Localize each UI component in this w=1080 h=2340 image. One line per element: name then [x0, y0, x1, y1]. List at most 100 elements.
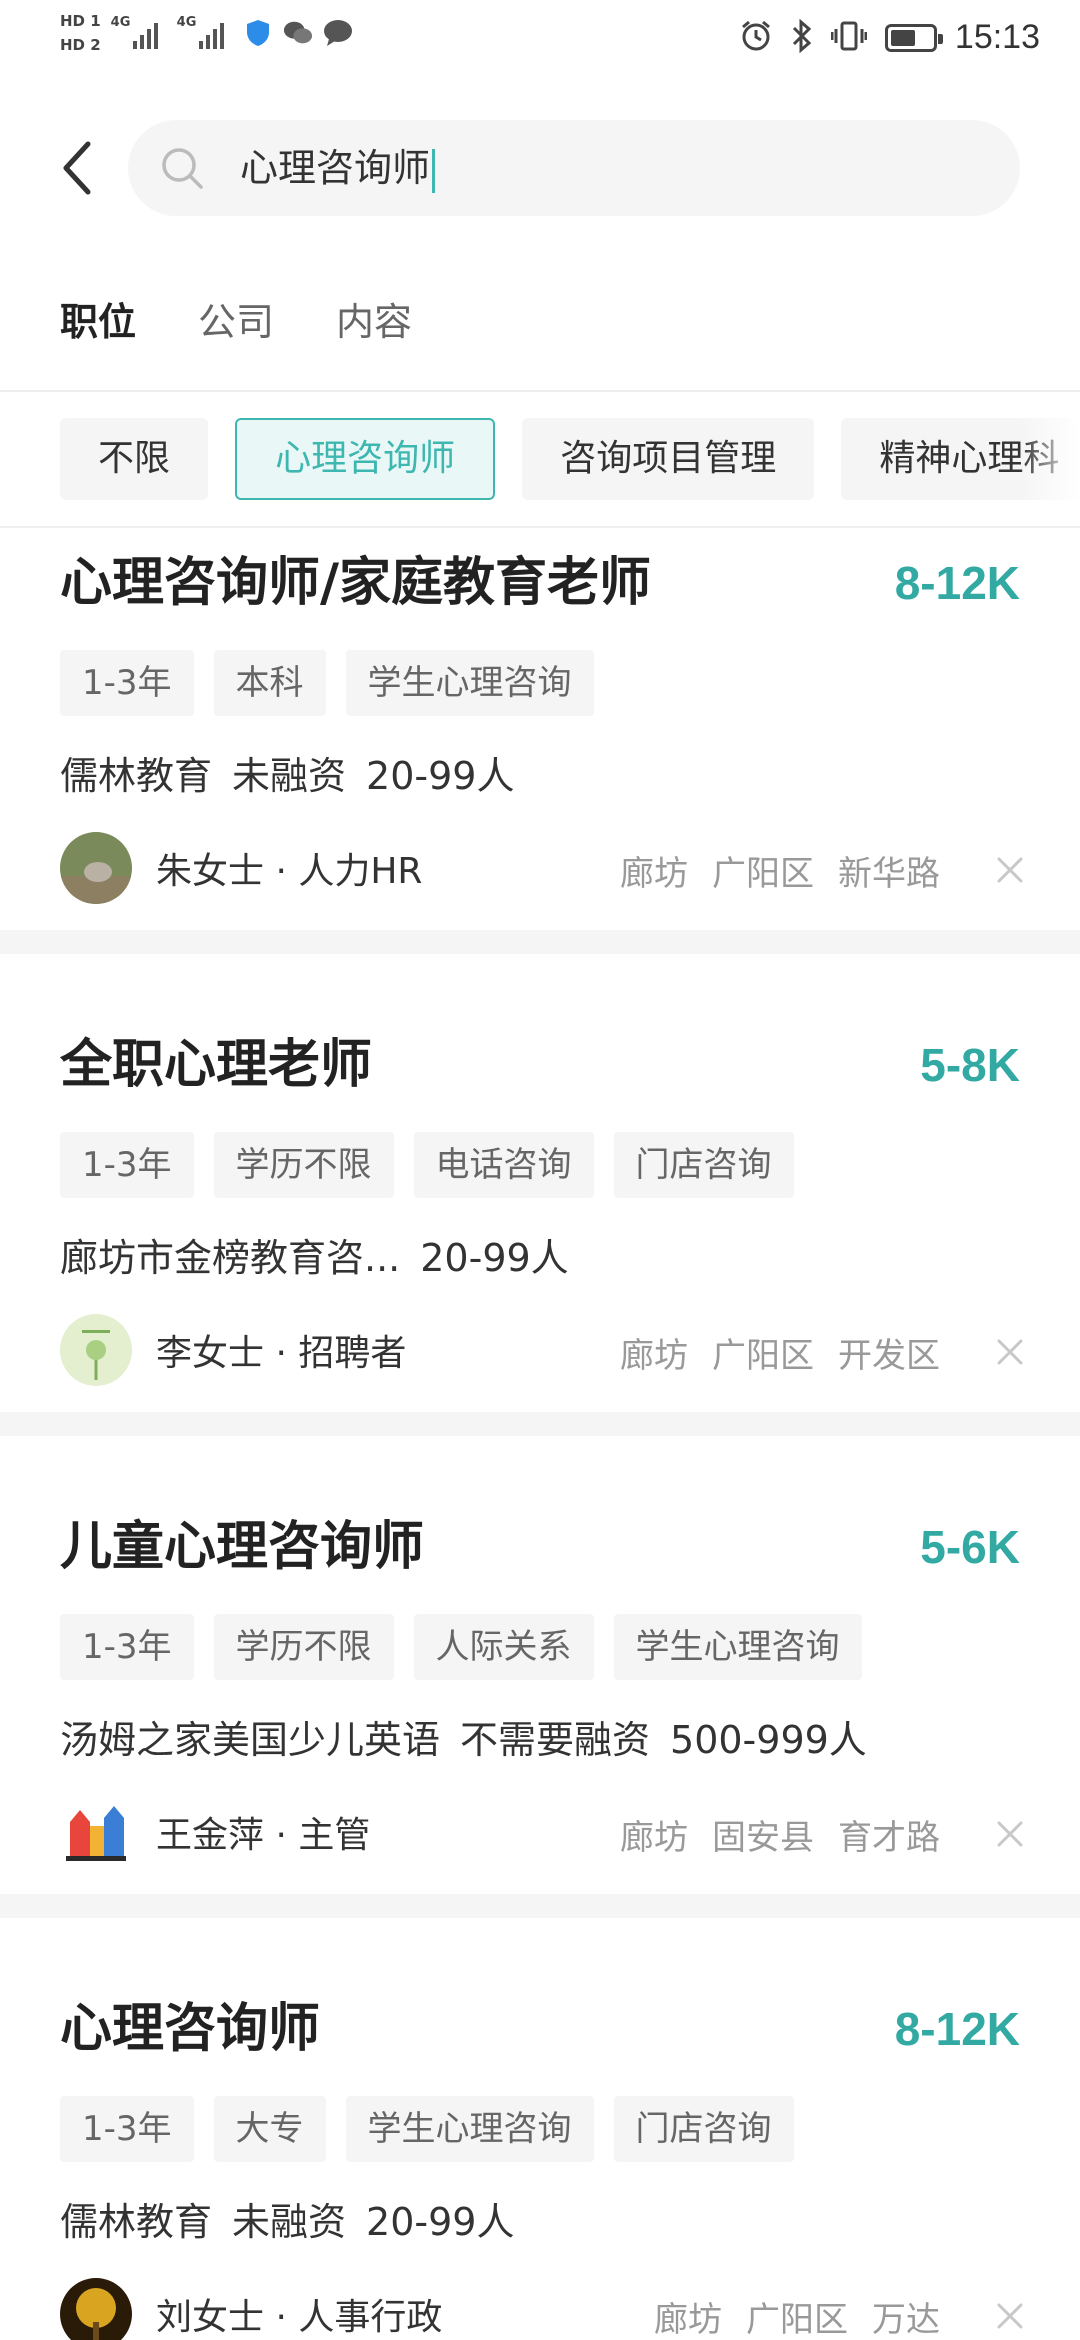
avatar	[60, 832, 132, 904]
job-location: 廊坊 广阳区 万达	[654, 2292, 940, 2340]
search-icon	[162, 148, 203, 189]
hd1-label: HD 1	[60, 12, 101, 30]
chips-fade	[1020, 418, 1080, 500]
tab-positions[interactable]: 职位	[60, 292, 136, 352]
job-card[interactable]: 心理咨询师/家庭教育老师 8-12K 1-3年 本科 学生心理咨询 儒林教育 未融…	[0, 528, 1080, 954]
company-name: 儒林教育	[60, 754, 213, 798]
job-location: 廊坊 广阳区 开发区	[620, 1328, 940, 1377]
company-info: 儒林教育 未融资 20-99人	[60, 2194, 534, 2250]
back-button[interactable]	[58, 140, 98, 196]
company-size: 20-99人	[366, 2200, 515, 2244]
job-tag: 人际关系	[413, 1614, 594, 1680]
signal-icon: 4G	[111, 13, 167, 53]
job-tag: 学生心理咨询	[345, 2096, 594, 2162]
recruiter: 朱女士 · 人力HR	[60, 832, 422, 904]
filter-chip-project-management[interactable]: 咨询项目管理	[522, 418, 815, 500]
job-salary: 5-8K	[920, 1039, 1020, 1091]
job-location: 廊坊 固安县 育才路	[620, 1810, 940, 1859]
card-separator	[0, 1412, 1080, 1436]
battery-icon	[884, 23, 943, 52]
filter-chip-counselor[interactable]: 心理咨询师	[235, 418, 496, 500]
filter-chip-any[interactable]: 不限	[60, 418, 209, 500]
job-title: 全职心理老师	[60, 1035, 373, 1095]
close-icon[interactable]	[992, 852, 1028, 888]
tab-content[interactable]: 内容	[336, 292, 412, 352]
signal-icon: 4G	[177, 13, 233, 53]
location-city: 廊坊	[620, 854, 688, 894]
location-district: 固安县	[712, 1818, 814, 1858]
job-tag: 学生心理咨询	[345, 650, 594, 716]
network-type-label: 4G	[110, 15, 131, 30]
company-name: 廊坊市金榜教育咨...	[60, 1236, 401, 1280]
company-name: 儒林教育	[60, 2200, 213, 2244]
message-icon	[323, 18, 353, 48]
close-icon[interactable]	[992, 2298, 1028, 2334]
job-salary: 8-12K	[894, 2003, 1020, 2055]
location-district: 广阳区	[746, 2300, 848, 2340]
card-separator	[0, 1894, 1080, 1918]
job-salary: 5-6K	[920, 1521, 1020, 1573]
job-title: 儿童心理咨询师	[60, 1517, 425, 1577]
recruiter-name: 刘女士 · 人事行政	[156, 2297, 443, 2338]
close-icon[interactable]	[992, 1334, 1028, 1370]
recruiter: 刘女士 · 人事行政	[60, 2278, 442, 2340]
location-area: 万达	[872, 2300, 940, 2340]
shield-icon	[243, 18, 273, 48]
company-info: 廊坊市金榜教育咨... 20-99人	[60, 1230, 589, 1286]
location-city: 廊坊	[654, 2300, 722, 2340]
result-tabs: 职位 公司 内容	[60, 292, 412, 352]
bluetooth-icon	[791, 18, 813, 57]
location-city: 廊坊	[620, 1336, 688, 1376]
location-city: 廊坊	[620, 1818, 688, 1858]
job-tags: 1-3年 学历不限 电话咨询 门店咨询	[60, 1132, 794, 1198]
tab-companies[interactable]: 公司	[198, 292, 274, 352]
job-tag: 大专	[213, 2096, 326, 2162]
job-tag: 门店咨询	[613, 2096, 794, 2162]
job-tag: 电话咨询	[413, 1132, 594, 1198]
location-district: 广阳区	[712, 1336, 814, 1376]
recruiter-name: 朱女士 · 人力HR	[156, 851, 423, 892]
search-query: 心理咨询师	[240, 146, 431, 190]
job-tags: 1-3年 大专 学生心理咨询 门店咨询	[60, 2096, 794, 2162]
recruiter: 王金萍 · 主管	[60, 1796, 370, 1868]
search-input[interactable]: 心理咨询师	[128, 120, 1020, 216]
recruiter-name: 李女士 · 招聘者	[156, 1333, 407, 1374]
recruiter-name: 王金萍 · 主管	[156, 1815, 371, 1856]
job-tag: 1-3年	[60, 1132, 194, 1198]
job-tag: 学生心理咨询	[613, 1614, 862, 1680]
vibrate-icon	[830, 20, 868, 56]
wechat-icon	[283, 18, 313, 48]
job-card[interactable]: 全职心理老师 5-8K 1-3年 学历不限 电话咨询 门店咨询 廊坊市金榜教育咨…	[0, 954, 1080, 1436]
job-location: 廊坊 广阳区 新华路	[620, 846, 940, 895]
company-funding: 不需要融资	[460, 1718, 651, 1762]
job-card[interactable]: 儿童心理咨询师 5-6K 1-3年 学历不限 人际关系 学生心理咨询 汤姆之家美…	[0, 1436, 1080, 1918]
card-separator	[0, 930, 1080, 954]
clock: 15:13	[954, 18, 1040, 56]
company-funding: 未融资	[232, 2200, 347, 2244]
avatar	[60, 1314, 132, 1386]
job-tag: 1-3年	[60, 1614, 194, 1680]
location-area: 开发区	[838, 1336, 940, 1376]
close-icon[interactable]	[992, 1816, 1028, 1852]
alarm-icon	[739, 19, 773, 57]
job-card[interactable]: 心理咨询师 8-12K 1-3年 大专 学生心理咨询 门店咨询 儒林教育 未融资 2…	[0, 1918, 1080, 2340]
company-size: 20-99人	[366, 754, 515, 798]
job-list: 心理咨询师/家庭教育老师 8-12K 1-3年 本科 学生心理咨询 儒林教育 未融…	[0, 528, 1080, 2340]
chevron-left-icon	[63, 141, 91, 195]
location-area: 育才路	[838, 1818, 940, 1858]
job-title: 心理咨询师	[60, 1999, 321, 2059]
text-cursor	[432, 148, 436, 193]
avatar	[60, 2278, 132, 2340]
company-info: 儒林教育 未融资 20-99人	[60, 748, 534, 804]
location-area: 新华路	[838, 854, 940, 894]
company-name: 汤姆之家美国少儿英语	[60, 1718, 441, 1762]
hd-indicator: HD 1 HD 2	[60, 12, 101, 54]
company-funding: 未融资	[232, 754, 347, 798]
job-tags: 1-3年 学历不限 人际关系 学生心理咨询	[60, 1614, 862, 1680]
company-size: 500-999人	[670, 1718, 867, 1762]
job-title: 心理咨询师/家庭教育老师	[60, 553, 651, 613]
company-info: 汤姆之家美国少儿英语 不需要融资 500-999人	[60, 1712, 887, 1768]
recruiter: 李女士 · 招聘者	[60, 1314, 406, 1386]
job-tag: 学历不限	[213, 1132, 394, 1198]
divider	[0, 390, 1080, 392]
